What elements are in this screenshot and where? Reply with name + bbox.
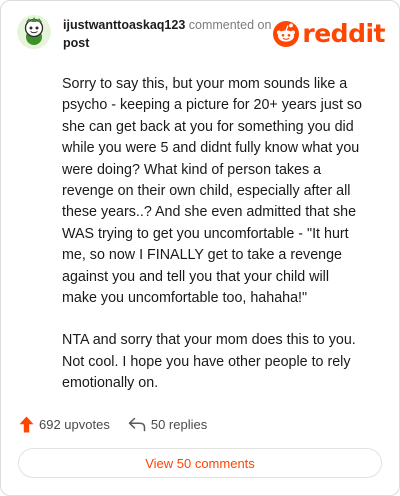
post-link[interactable]: post xyxy=(63,34,271,52)
comment-username[interactable]: ijustwanttoaskaq123 xyxy=(63,18,185,32)
comment-body: Sorry to say this, but your mom sounds l… xyxy=(62,74,362,416)
upvote-count: 692 upvotes xyxy=(39,416,110,432)
comment-paragraph: NTA and sorry that your mom does this to… xyxy=(62,332,356,392)
comment-meta: ijustwanttoaskaq123 commented on post xyxy=(63,16,271,52)
user-avatar-icon[interactable] xyxy=(17,15,51,49)
comment-actions: 692 upvotes 50 replies xyxy=(19,413,207,435)
reddit-logo[interactable]: reddit xyxy=(273,19,385,49)
comment-paragraph: Sorry to say this, but your mom sounds l… xyxy=(62,76,362,307)
reply-arrow-icon xyxy=(128,417,146,431)
comment-card: ijustwanttoaskaq123 commented on post re… xyxy=(0,0,400,496)
replies-button[interactable]: 50 replies xyxy=(128,417,207,432)
commented-on-label: commented on xyxy=(188,18,272,32)
view-comments-button[interactable]: View 50 comments xyxy=(18,448,382,478)
comment-header: ijustwanttoaskaq123 commented on post re… xyxy=(17,15,385,55)
reddit-snoo-icon xyxy=(273,21,300,47)
upvote-arrow-icon xyxy=(19,416,34,432)
upvote-button[interactable]: 692 upvotes xyxy=(19,416,110,433)
replies-count: 50 replies xyxy=(150,416,208,432)
reddit-wordmark: reddit xyxy=(302,19,385,48)
